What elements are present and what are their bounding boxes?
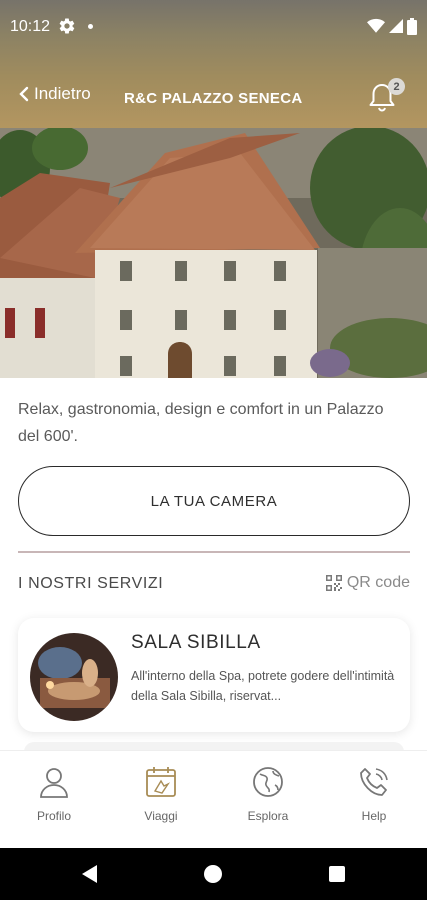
status-time: 10:12 (10, 18, 51, 35)
tab-label: Esplora (247, 809, 289, 823)
qr-code-button[interactable]: QR code (325, 574, 410, 592)
tab-label: Help (361, 809, 387, 823)
tab-esplora[interactable]: Esplora (228, 765, 308, 839)
wifi-icon (367, 18, 385, 33)
tab-profilo[interactable]: Profilo (14, 765, 94, 839)
calendar-icon (146, 767, 176, 797)
tab-label: Viaggi (144, 809, 178, 823)
your-room-button[interactable]: LA TUA CAMERA (18, 466, 410, 536)
navigation-bar: Indietro R&C PALAZZO SENECA 2 (0, 78, 427, 118)
system-home-icon[interactable] (204, 865, 222, 883)
phone-icon (360, 768, 388, 796)
service-description: All'interno della Spa, potrete godere de… (131, 669, 395, 703)
notification-dot (88, 24, 93, 29)
qr-code-icon (325, 575, 342, 591)
gear-icon (59, 18, 75, 34)
section-divider (18, 551, 410, 553)
tab-viaggi[interactable]: Viaggi (121, 765, 201, 839)
system-recents-icon[interactable] (329, 866, 345, 882)
status-bar: 10:12 (0, 0, 427, 56)
signal-icon (389, 19, 403, 33)
bottom-tab-bar: Profilo Viaggi Esplora Help (0, 750, 427, 848)
back-button[interactable]: Indietro (18, 84, 91, 104)
service-title: SALA SIBILLA (131, 632, 261, 653)
services-title: I NOSTRI SERVIZI (18, 575, 164, 592)
chevron-left-icon (19, 86, 29, 102)
system-back-icon[interactable] (82, 865, 98, 883)
system-icons (367, 17, 417, 35)
page-title: R&C PALAZZO SENECA (124, 90, 303, 107)
notification-badge: 2 (388, 78, 405, 95)
tab-help[interactable]: Help (334, 765, 414, 839)
globe-icon (253, 767, 283, 797)
back-label: Indietro (34, 84, 91, 103)
app-header: 10:12 Indietro R&C PALAZZO SENECA 2 (0, 0, 427, 128)
tab-label: Profilo (36, 809, 71, 823)
qr-code-label: QR code (346, 574, 410, 591)
hotel-hero-image (0, 128, 427, 378)
service-thumbnail (30, 633, 118, 721)
person-icon (40, 768, 68, 798)
battery-icon (407, 17, 417, 35)
system-navigation-bar (0, 848, 427, 900)
service-card-sala-sibilla[interactable]: SALA SIBILLA All'interno della Spa, potr… (18, 618, 410, 732)
hotel-description: Relax, gastronomia, design e comfort in … (18, 401, 384, 445)
